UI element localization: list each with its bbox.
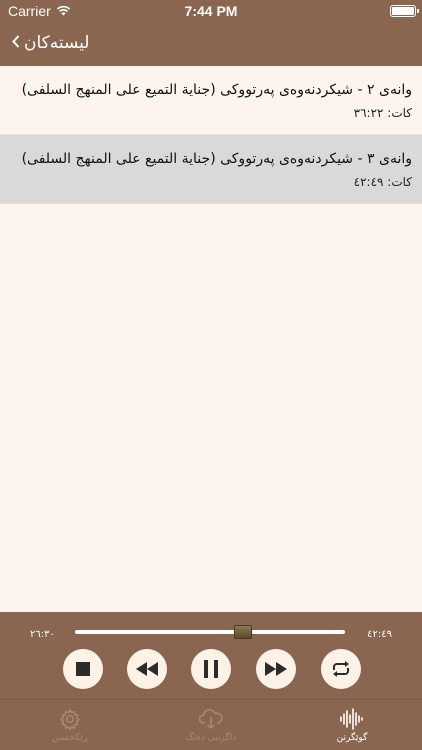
track-title: وانەی ٣ - شیکردنەوەی پەرتووکی (جناية الت… [21,151,412,167]
track-title: وانەی ٢ - شیکردنەوەی پەرتووکی (جناية الت… [21,82,412,98]
waveform-icon [339,708,365,734]
rewind-icon [136,662,158,676]
tab-label: گوێگرتن [336,733,368,743]
gear-icon [59,708,81,734]
chevron-left-icon [12,32,20,53]
repeat-icon [331,661,351,677]
fast-forward-icon [265,662,287,676]
audio-player: ٢٦:٣٠ ٤٢:٤٩ [0,612,422,699]
back-button-label: لیستەکان [24,32,90,53]
total-time: ٤٢:٤٩ [367,629,392,640]
battery-icon [390,5,419,17]
track-duration: کات: ٤٢:٤٩ [353,175,412,189]
rewind-button[interactable] [127,649,167,689]
tab-bar: ڕێکخستن داگرتنی دەنگ گوێگرتن [0,699,422,750]
pause-button[interactable] [191,649,231,689]
back-button[interactable]: لیستەکان [12,32,89,53]
repeat-button[interactable] [321,649,361,689]
track-duration: کات: ٣٦:٢٢ [353,106,412,120]
pause-icon [204,660,218,678]
stop-icon [76,662,90,676]
progress-slider-thumb[interactable] [234,625,253,639]
stop-button[interactable] [63,649,103,689]
status-bar: Carrier 7:44 PM [0,0,422,22]
fast-forward-button[interactable] [256,649,296,689]
playback-controls [0,649,422,689]
tab-download-audio[interactable]: داگرتنی دەنگ [141,700,281,750]
tab-settings[interactable]: ڕێکخستن [0,700,140,750]
track-list-item[interactable]: وانەی ٣ - شیکردنەوەی پەرتووکی (جناية الت… [0,135,422,204]
tab-label: ڕێکخستن [51,733,89,743]
track-list-item[interactable]: وانەی ٢ - شیکردنەوەی پەرتووکی (جناية الت… [0,66,422,135]
tab-listen[interactable]: گوێگرتن [282,700,422,750]
cloud-download-icon [198,708,224,734]
elapsed-time: ٢٦:٣٠ [30,629,55,640]
tab-label: داگرتنی دەنگ [185,733,237,743]
track-list: وانەی ٢ - شیکردنەوەی پەرتووکی (جناية الت… [0,66,422,204]
status-time: 7:44 PM [184,3,238,19]
progress-slider[interactable] [75,625,345,639]
navigation-bar: لیستەکان [0,22,422,66]
